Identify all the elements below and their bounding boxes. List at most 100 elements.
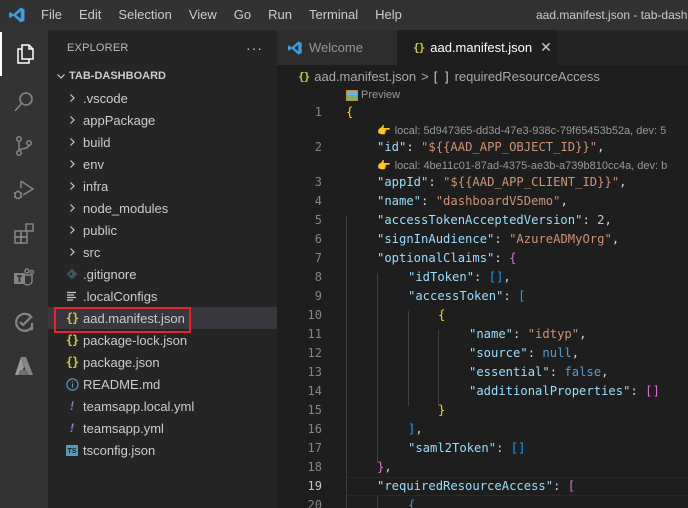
window-title: aad.manifest.json - tab-dashboard: [536, 8, 688, 22]
tree-file[interactable]: .localConfigs: [48, 285, 277, 307]
teams-icon: [12, 266, 36, 290]
line-number: 4: [314, 194, 322, 208]
folder-name: public: [83, 222, 117, 238]
tree-file[interactable]: ! teamsapp.local.yml: [48, 395, 277, 417]
chevron-right-icon: [63, 181, 81, 191]
activity-testing[interactable]: [0, 300, 48, 344]
tree-folder[interactable]: build: [48, 131, 277, 153]
workspace-folder[interactable]: TAB-DASHBOARD: [48, 65, 277, 87]
indent-guide: [377, 273, 378, 463]
tree-folder[interactable]: .vscode: [48, 87, 277, 109]
menu-go[interactable]: Go: [226, 0, 260, 30]
code-line: {: [408, 498, 416, 508]
tree-file-highlighted[interactable]: {} aad.manifest.json: [48, 307, 277, 333]
line-number: 1: [314, 105, 322, 119]
activity-explorer[interactable]: [0, 32, 48, 76]
explorer-sidebar: EXPLORER ··· TAB-DASHBOARD .vscode appPa…: [48, 30, 277, 508]
extensions-icon: [12, 222, 36, 246]
tree-file[interactable]: README.md: [48, 373, 277, 395]
code-line: ],: [408, 422, 423, 436]
tree-folder[interactable]: public: [48, 219, 277, 241]
indent-guide: [438, 330, 439, 406]
activity-teams-toolkit[interactable]: [0, 256, 48, 300]
file-name: tsconfig.json: [83, 442, 156, 458]
pointing-hand-icon: 👉: [377, 160, 391, 172]
line-number: 18: [307, 460, 322, 474]
tree-folder[interactable]: src: [48, 241, 277, 263]
tree-file[interactable]: TS tsconfig.json: [48, 439, 277, 461]
menu-run[interactable]: Run: [260, 0, 301, 30]
json-icon: {}: [65, 333, 79, 347]
indent-guide: [346, 216, 347, 508]
activity-source-control[interactable]: [0, 124, 48, 168]
tree-file[interactable]: {} package.json: [48, 351, 277, 373]
menu-edit[interactable]: Edit: [71, 0, 110, 30]
code-line-current: "requiredResourceAccess": [: [377, 479, 576, 493]
tree-file[interactable]: ! teamsapp.yml: [48, 417, 277, 439]
chevron-right-icon: [63, 115, 81, 125]
activity-extensions[interactable]: [0, 212, 48, 256]
explorer-title: EXPLORER: [67, 41, 129, 54]
code-line: "accessToken": [: [408, 289, 526, 303]
line-number: 14: [307, 384, 322, 398]
file-name: .gitignore: [83, 266, 137, 282]
testing-icon: [12, 310, 36, 334]
line-number: 16: [307, 422, 322, 436]
chevron-right-icon: [63, 93, 81, 103]
indent-guide: [408, 311, 409, 406]
line-number-gutter: 1 2 3 4 5 6 7 8 9 10 11 12 13 14 15 16 1…: [277, 87, 322, 508]
breadcrumb-separator: >: [421, 68, 429, 84]
line-number: 3: [314, 175, 322, 189]
close-icon[interactable]: ✕: [540, 39, 552, 56]
menu-selection[interactable]: Selection: [110, 0, 180, 30]
line-number: 6: [314, 232, 322, 246]
info-icon: [63, 377, 81, 391]
menu-bar: File Edit Selection View Go Run Terminal…: [34, 0, 411, 30]
line-number: 17: [307, 441, 322, 455]
tree-folder[interactable]: appPackage: [48, 109, 277, 131]
preview-codelens[interactable]: Preview: [346, 87, 400, 104]
tab-welcome[interactable]: Welcome: [277, 30, 397, 65]
more-actions-icon[interactable]: ···: [246, 40, 263, 56]
code-editor[interactable]: Preview 1 2 3 4 5 6 7 8 9 10 11 12 13 14…: [277, 87, 688, 508]
typescript-icon: TS: [63, 444, 81, 456]
code-line: "optionalClaims": {: [377, 251, 517, 265]
activity-run-debug[interactable]: [0, 168, 48, 212]
tree-folder[interactable]: node_modules: [48, 197, 277, 219]
code-line: "saml2Token": []: [408, 441, 526, 455]
activity-search[interactable]: [0, 80, 48, 124]
indent-guide: [377, 496, 378, 508]
activity-azure[interactable]: [0, 344, 48, 388]
menu-help[interactable]: Help: [367, 0, 411, 30]
code-line: }: [438, 403, 446, 417]
folder-name: .vscode: [83, 90, 128, 106]
folder-name: env: [83, 156, 104, 172]
preview-label: Preview: [361, 89, 401, 101]
code-line: "name": "dashboardV5Demo",: [377, 194, 568, 208]
tree-folder[interactable]: env: [48, 153, 277, 175]
line-number: 7: [314, 251, 322, 265]
tab-aad-manifest[interactable]: {} aad.manifest.json ✕: [397, 30, 557, 65]
source-control-icon: [12, 134, 36, 158]
code-line: },: [377, 460, 392, 474]
breadcrumb: {} aad.manifest.json > [ ] requiredResou…: [277, 65, 688, 87]
folder-name: node_modules: [83, 200, 169, 216]
git-icon: [63, 268, 81, 280]
breadcrumb-file[interactable]: aad.manifest.json: [314, 69, 416, 84]
chevron-right-icon: [63, 203, 81, 213]
vscode-logo-icon: [0, 0, 34, 30]
tree-file[interactable]: .gitignore: [48, 263, 277, 285]
menu-file[interactable]: File: [34, 0, 71, 30]
folder-name: infra: [83, 178, 109, 194]
files-icon: [13, 42, 37, 66]
menu-view[interactable]: View: [181, 0, 226, 30]
tree-folder[interactable]: infra: [48, 175, 277, 197]
file-name: teamsapp.local.yml: [83, 398, 195, 414]
chevron-right-icon: [63, 137, 81, 147]
title-bar: File Edit Selection View Go Run Terminal…: [0, 0, 688, 30]
menu-terminal[interactable]: Terminal: [301, 0, 367, 30]
tree-file[interactable]: {} package-lock.json: [48, 329, 277, 351]
breadcrumb-symbol[interactable]: requiredResourceAccess: [455, 69, 600, 84]
code-line: "idToken": [],: [408, 270, 511, 284]
code-line: "appId": "${{AAD_APP_CLIENT_ID}}",: [377, 175, 627, 189]
